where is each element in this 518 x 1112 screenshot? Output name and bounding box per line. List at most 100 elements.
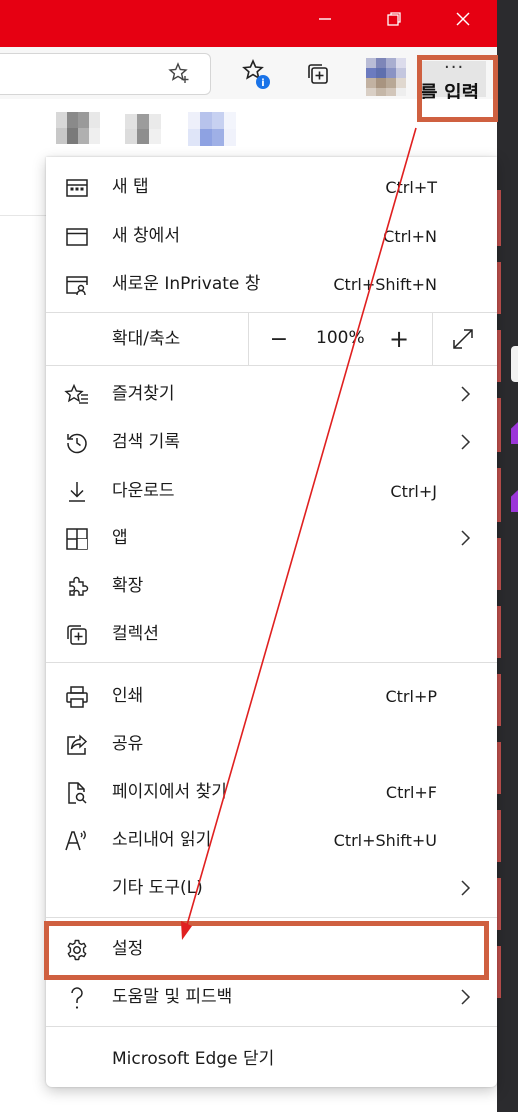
close-icon [456,12,470,25]
zoom-out-button[interactable]: − [264,325,294,353]
chevron-right-icon [455,986,475,1008]
new-tab-icon [64,175,90,201]
download-icon [64,479,90,505]
title-bar [0,0,497,47]
menu-item-shortcut: Ctrl+F [385,783,437,802]
minimize-icon [319,17,331,20]
star-plus-icon[interactable] [166,59,192,87]
menu-item-shortcut: Ctrl+Shift+U [333,831,437,850]
menu-item-apps[interactable]: 앱 [46,514,497,562]
menu-item-favorites[interactable]: 즐겨찾기 [46,370,497,418]
extensions-icon [64,574,90,600]
zoom-label: 확대/축소 [112,329,181,349]
menu-item-shortcut: Ctrl+Shift+N [333,275,437,294]
menu-item-share[interactable]: 공유 [46,720,497,768]
chevron-right-icon [455,431,475,453]
menu-item-new-window[interactable]: 새 창에서 Ctrl+N [46,212,497,260]
menu-item-label: 페이지에서 찾기 [112,782,227,802]
menu-separator [46,662,497,663]
menu-item-read-aloud[interactable]: 소리내어 읽기 Ctrl+Shift+U [46,816,497,864]
menu-item-label: 컬렉션 [112,624,159,644]
menu-item-label: 새 탭 [112,177,149,197]
menu-item-label: 기타 도구(L) [112,878,203,898]
menu-separator [46,1026,497,1027]
edge-accent [497,538,501,590]
menu-item-more-tools[interactable]: 기타 도구(L) [46,864,497,912]
menu-item-shortcut: Ctrl+P [385,687,437,706]
edge-accent [497,606,501,658]
menu-item-shortcut: Ctrl+T [385,178,437,197]
menu-item-shortcut: Ctrl+J [390,482,437,501]
menu-item-inprivate[interactable]: 새로운 InPrivate 창 Ctrl+Shift+N [46,260,497,308]
menu-item-print[interactable]: 인쇄 Ctrl+P [46,672,497,720]
svg-text:i: i [261,78,264,89]
favorite-item-blur[interactable] [125,114,161,144]
menu-item-label: 인쇄 [112,686,144,706]
menu-item-help[interactable]: 도움말 및 피드백 [46,973,497,1021]
chevron-right-icon [455,527,475,549]
help-icon [64,985,90,1011]
new-window-icon [64,224,90,250]
close-button[interactable] [440,0,486,37]
edge-accent [497,878,501,930]
highlight-box-settings [44,921,489,980]
favorite-item-blur[interactable] [188,112,236,146]
menu-item-label: 도움말 및 피드백 [112,987,233,1007]
menu-item-label: 공유 [112,734,144,754]
menu-separator [46,917,497,918]
menu-item-label: 다운로드 [112,481,175,501]
menu-item-collections[interactable]: 컬렉션 [46,610,497,658]
edge-accent [497,810,501,862]
zoom-value: 100% [316,328,365,348]
menu-item-label: 즐겨찾기 [112,384,175,404]
menu-item-history[interactable]: 검색 기록 [46,418,497,466]
menu-item-new-tab[interactable]: 새 탭 Ctrl+T [46,163,497,211]
edge-accent [497,742,501,794]
favorite-item-blur[interactable] [56,112,100,144]
menu-item-label: Microsoft Edge 닫기 [112,1049,275,1069]
menu-item-shortcut: Ctrl+N [383,227,437,246]
restore-icon [387,11,401,26]
edge-accent [497,674,501,726]
menu-item-close-edge[interactable]: Microsoft Edge 닫기 [46,1035,497,1083]
profile-avatar[interactable] [366,58,406,96]
menu-item-label: 검색 기록 [112,432,180,452]
edge-accent [497,330,501,382]
minimize-button[interactable] [302,0,348,37]
menu-item-label: 확장 [112,576,144,596]
page-left-strip [0,157,46,216]
edge-accent [497,398,501,452]
fullscreen-button[interactable] [450,326,476,352]
chevron-right-icon [455,877,475,899]
collections-icon [64,622,90,648]
favorites-icon [64,382,90,408]
zoom-row: 확대/축소 − 100% + [46,313,497,365]
menu-item-label: 앱 [112,528,128,548]
highlight-box-more-button [417,55,498,122]
edge-accent [497,946,501,998]
zoom-divider [248,313,249,365]
menu-item-label: 소리내어 읽기 [112,830,212,850]
edge-accent [497,262,501,314]
restore-button[interactable] [371,0,417,37]
share-icon [64,732,90,758]
find-icon [64,780,90,806]
chevron-right-icon [455,383,475,405]
edge-accent [497,468,501,522]
zoom-divider [432,313,433,365]
menu-item-find[interactable]: 페이지에서 찾기 Ctrl+F [46,768,497,816]
edge-tab [511,346,518,382]
menu-item-downloads[interactable]: 다운로드 Ctrl+J [46,467,497,515]
menu-item-label: 새 창에서 [112,226,180,246]
menu-item-label: 새로운 InPrivate 창 [112,274,261,294]
favorites-star-icon[interactable]: i [240,57,272,91]
print-icon [64,684,90,710]
zoom-in-button[interactable]: + [384,325,414,353]
apps-icon [64,526,90,552]
collections-icon[interactable] [305,61,331,87]
menu-separator [46,365,497,366]
edge-accent [497,190,501,246]
fullscreen-icon [453,329,473,349]
inprivate-icon [64,272,90,298]
menu-item-extensions[interactable]: 확장 [46,562,497,610]
